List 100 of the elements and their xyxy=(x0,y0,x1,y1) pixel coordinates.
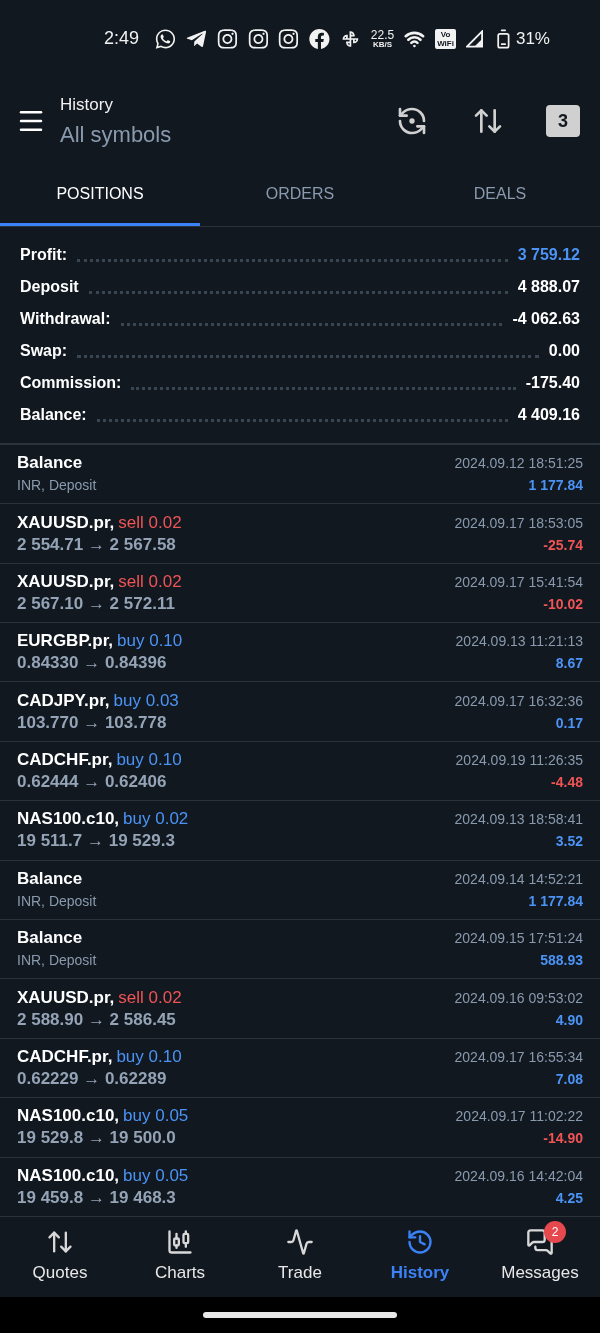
row-time: 2024.09.17 15:41:54 xyxy=(454,572,583,592)
row-time: 2024.09.16 09:53:02 xyxy=(454,988,583,1008)
row-detail: INR, Deposit xyxy=(17,951,98,971)
order-type: sell 0.02 xyxy=(118,570,182,593)
network-speed: 22.5 xyxy=(370,29,395,41)
order-type: buy 0.05 xyxy=(123,1164,189,1187)
symbol: CADCHF.pr, xyxy=(17,1046,113,1068)
tab[interactable]: POSITIONS xyxy=(0,164,200,226)
summary-label: Commission: xyxy=(20,372,122,393)
nav-item[interactable]: Charts xyxy=(120,1217,240,1297)
order-type: buy 0.05 xyxy=(123,1105,189,1128)
price-range: 19 529.8 → 19 500.0 xyxy=(17,1127,177,1150)
screen-title: History xyxy=(60,94,114,117)
row-amount: 588.93 xyxy=(540,951,583,971)
row-amount: -10.02 xyxy=(543,594,583,614)
summary-label: Deposit xyxy=(20,276,79,297)
nav-item[interactable]: History xyxy=(360,1217,480,1297)
price-range: 19 511.7 → 19 529.3 xyxy=(17,830,176,853)
row-time: 2024.09.13 11:21:13 xyxy=(455,632,583,652)
row-time: 2024.09.16 14:42:04 xyxy=(454,1166,583,1186)
summary-label: Profit: xyxy=(20,244,68,265)
unread-badge: 2 xyxy=(544,1221,566,1243)
nav-item[interactable]: Quotes xyxy=(0,1217,120,1297)
order-type: buy 0.10 xyxy=(117,630,183,653)
row-amount: 1 177.84 xyxy=(528,476,583,496)
tab[interactable]: DEALS xyxy=(400,164,600,226)
chat-app-icon xyxy=(155,28,176,50)
price-range: 19 459.8 → 19 468.3 xyxy=(17,1186,177,1209)
row-time: 2024.09.17 16:55:34 xyxy=(454,1048,583,1067)
symbol: XAUUSD.pr, xyxy=(17,511,115,534)
symbol: CADCHF.pr, xyxy=(17,749,113,772)
row-amount: 4.25 xyxy=(555,1188,583,1208)
row-time: 2024.09.13 18:58:41 xyxy=(454,810,583,830)
order-type: buy 0.10 xyxy=(116,1046,182,1068)
row-amount: 0.17 xyxy=(555,713,583,733)
order-type: sell 0.02 xyxy=(118,511,182,534)
price-range: 2 567.10 → 2 572.11 xyxy=(17,592,176,615)
paper-plane-icon xyxy=(185,28,207,50)
summary-label: Balance: xyxy=(20,404,87,425)
summary-value: -4 062.63 xyxy=(512,308,580,329)
row-title: Balance xyxy=(17,867,84,890)
price-range: 2 588.90 → 2 586.45 xyxy=(17,1008,177,1031)
vowifi-badge: Vo WiFi xyxy=(435,29,457,49)
price-range: 2 554.71 → 2 567.58 xyxy=(17,533,177,556)
symbol: NAS100.c10, xyxy=(17,1105,120,1128)
row-amount: 7.08 xyxy=(555,1070,583,1089)
row-amount: 4.90 xyxy=(555,1010,583,1030)
calendar-button[interactable]: 3 xyxy=(546,105,580,138)
summary-value: 0.00 xyxy=(548,340,580,361)
row-amount: 8.67 xyxy=(555,654,583,674)
summary-value: -175.40 xyxy=(525,372,580,393)
summary-value: 4 888.07 xyxy=(517,276,580,297)
row-time: 2024.09.17 16:32:36 xyxy=(454,691,583,711)
price-range: 0.84330 → 0.84396 xyxy=(17,652,168,675)
tab[interactable]: ORDERS xyxy=(200,164,400,226)
row-time: 2024.09.15 17:51:24 xyxy=(454,929,583,949)
order-type: buy 0.02 xyxy=(123,808,189,831)
row-amount: 3.52 xyxy=(555,832,583,852)
price-range: 0.62229 → 0.62289 xyxy=(17,1068,168,1090)
speed-unit: KB/S xyxy=(372,41,393,49)
row-amount: 1 177.84 xyxy=(528,891,583,911)
symbol: XAUUSD.pr, xyxy=(17,570,115,593)
symbol: NAS100.c10, xyxy=(17,808,120,831)
price-range: 103.770 → 103.778 xyxy=(17,711,168,734)
history-icon xyxy=(406,1228,434,1257)
price-range: 0.62444 → 0.62406 xyxy=(17,771,168,794)
symbol: CADJPY.pr, xyxy=(17,689,110,712)
row-time: 2024.09.19 11:26:35 xyxy=(455,751,583,771)
symbol: NAS100.c10, xyxy=(17,1164,120,1187)
row-time: 2024.09.17 18:53:05 xyxy=(454,513,583,533)
line-chart-icon xyxy=(286,1228,314,1257)
symbol-filter[interactable]: All symbols xyxy=(60,117,396,151)
symbol: XAUUSD.pr, xyxy=(17,986,115,1009)
order-type: sell 0.02 xyxy=(118,986,182,1009)
row-title: Balance xyxy=(17,452,84,475)
row-amount: -25.74 xyxy=(543,535,583,555)
camera-icon xyxy=(216,28,238,50)
order-type: buy 0.03 xyxy=(113,689,179,712)
row-amount: -14.90 xyxy=(543,1129,583,1149)
row-amount: -4.48 xyxy=(551,773,583,793)
summary-label: Swap: xyxy=(20,340,68,361)
summary-label: Withdrawal: xyxy=(20,308,111,329)
nav-item[interactable]: Messages 2 xyxy=(480,1217,600,1297)
battery-level: 31% xyxy=(515,28,550,51)
camera-icon xyxy=(278,28,300,50)
nav-item[interactable]: Trade xyxy=(240,1217,360,1297)
clock: 2:49 xyxy=(104,27,140,51)
summary-value: 4 409.16 xyxy=(517,404,580,425)
symbol: EURGBP.pr, xyxy=(17,630,114,653)
camera-icon xyxy=(247,28,269,50)
row-detail: INR, Deposit xyxy=(17,891,98,911)
pinwheel-icon xyxy=(340,28,361,50)
summary-value: 3 759.12 xyxy=(517,244,580,265)
row-title: Balance xyxy=(17,927,84,950)
row-detail: INR, Deposit xyxy=(17,476,98,496)
row-time: 2024.09.12 18:51:25 xyxy=(454,454,583,474)
candlestick-icon xyxy=(166,1228,194,1257)
f-logo-icon xyxy=(309,28,330,50)
row-time: 2024.09.14 14:52:21 xyxy=(454,869,583,889)
chat-icon xyxy=(526,1228,554,1257)
